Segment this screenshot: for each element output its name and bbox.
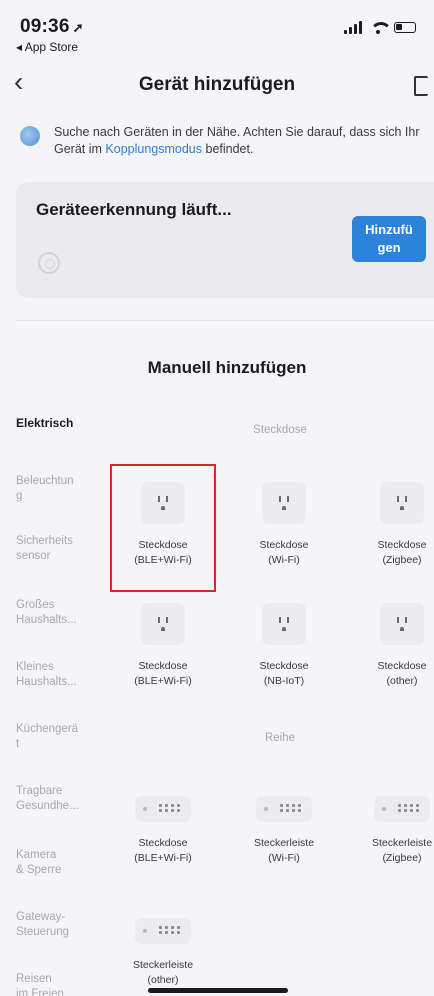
home-indicator xyxy=(148,988,288,993)
section-label-socket: Steckdose xyxy=(253,424,307,436)
outlet-icon xyxy=(262,603,306,645)
location-arrow-icon: ➚ xyxy=(72,20,84,35)
outlet-icon xyxy=(380,482,424,524)
device-name: Steckdose (other) xyxy=(377,660,427,687)
device-name: Steckerleiste (Zigbee) xyxy=(371,837,433,864)
device-item-strip-wifi[interactable]: Steckerleiste (Wi-Fi) xyxy=(234,786,334,866)
category-large-appliance[interactable]: Großes Haushalts... xyxy=(16,598,106,628)
device-item-socket-wifi[interactable]: Steckdose (Wi-Fi) xyxy=(234,482,334,568)
radar-icon xyxy=(38,252,60,274)
divider xyxy=(16,320,434,321)
device-item-strip-ble-wifi[interactable]: Steckdose (BLE+Wi-Fi) xyxy=(113,786,213,866)
category-lighting[interactable]: Beleuchtun g xyxy=(16,474,106,504)
outlet-icon xyxy=(141,603,185,645)
selection-highlight xyxy=(110,464,216,592)
manual-add-title: Manuell hinzufügen xyxy=(147,358,307,377)
device-item-socket-nb-iot[interactable]: Steckdose (NB-IoT) xyxy=(234,603,334,689)
device-name: Steckdose (Wi-Fi) xyxy=(259,539,309,566)
device-item-strip-zigbee[interactable]: Steckerleiste (Zigbee) xyxy=(352,786,434,866)
category-small-appliance[interactable]: Kleines Haushalts... xyxy=(16,660,106,690)
bluetooth-scan-icon xyxy=(20,126,40,146)
status-icons xyxy=(344,21,416,34)
nav-bar: ‹ Gerät hinzufügen xyxy=(0,62,434,106)
device-name: Steckerleiste (other) xyxy=(132,959,194,986)
category-outdoor-travel[interactable]: Reisen im Freien xyxy=(16,972,106,996)
hint-text: Suche nach Geräten in der Nähe. Achten S… xyxy=(54,125,420,156)
add-button[interactable]: Hinzufü gen xyxy=(352,216,426,262)
device-name: Steckerleiste (Wi-Fi) xyxy=(253,837,315,864)
wifi-icon xyxy=(370,21,392,34)
category-camera-lock[interactable]: Kamera & Sperre xyxy=(16,848,106,878)
device-discovery-card: Geräteerkennung läuft... Hinzufü gen xyxy=(16,182,434,298)
device-name: Steckdose (NB-IoT) xyxy=(259,660,309,687)
outlet-icon xyxy=(262,482,306,524)
discovery-label: Geräteerkennung läuft... xyxy=(36,200,232,219)
battery-icon xyxy=(394,22,416,33)
back-to-app-store-link[interactable]: ◂ App Store xyxy=(16,40,78,54)
power-strip-icon xyxy=(135,918,191,944)
device-item-socket-zigbee[interactable]: Steckdose (Zigbee) xyxy=(352,482,434,568)
power-strip-icon xyxy=(135,796,191,822)
section-label-strip: Reihe xyxy=(264,732,296,744)
power-strip-icon xyxy=(374,796,430,822)
signal-icon xyxy=(344,21,362,34)
category-electrical[interactable]: Elektrisch xyxy=(16,416,106,431)
power-strip-icon xyxy=(256,796,312,822)
device-name: Steckdose (Zigbee) xyxy=(377,539,427,566)
device-item-strip-other[interactable]: Steckerleiste (other) xyxy=(113,908,213,988)
pairing-hint: Suche nach Geräten in der Nähe. Achten S… xyxy=(20,124,420,158)
page-title: Gerät hinzufügen xyxy=(138,74,296,95)
device-name: Steckdose (BLE+Wi-Fi) xyxy=(134,837,192,864)
status-time: 09:36 ➚ xyxy=(20,16,84,37)
device-item-socket-other[interactable]: Steckdose (other) xyxy=(352,603,434,689)
device-name: Steckdose (BLE+Wi-Fi) xyxy=(134,660,192,687)
scan-icon[interactable] xyxy=(414,76,428,96)
status-bar: 09:36 ➚ ◂ App Store xyxy=(0,0,434,58)
category-security-sensor[interactable]: Sicherheits sensor xyxy=(16,534,106,564)
category-gateway-control[interactable]: Gateway- Steuerung xyxy=(16,910,106,940)
category-kitchen-appliance[interactable]: Küchengerä t xyxy=(16,722,106,752)
pairing-mode-link[interactable]: Kopplungsmodus xyxy=(105,142,202,156)
device-item-socket-ble-wifi-2[interactable]: Steckdose (BLE+Wi-Fi) xyxy=(113,603,213,689)
category-wearable-health[interactable]: Tragbare Gesundhe... xyxy=(16,784,106,814)
outlet-icon xyxy=(380,603,424,645)
